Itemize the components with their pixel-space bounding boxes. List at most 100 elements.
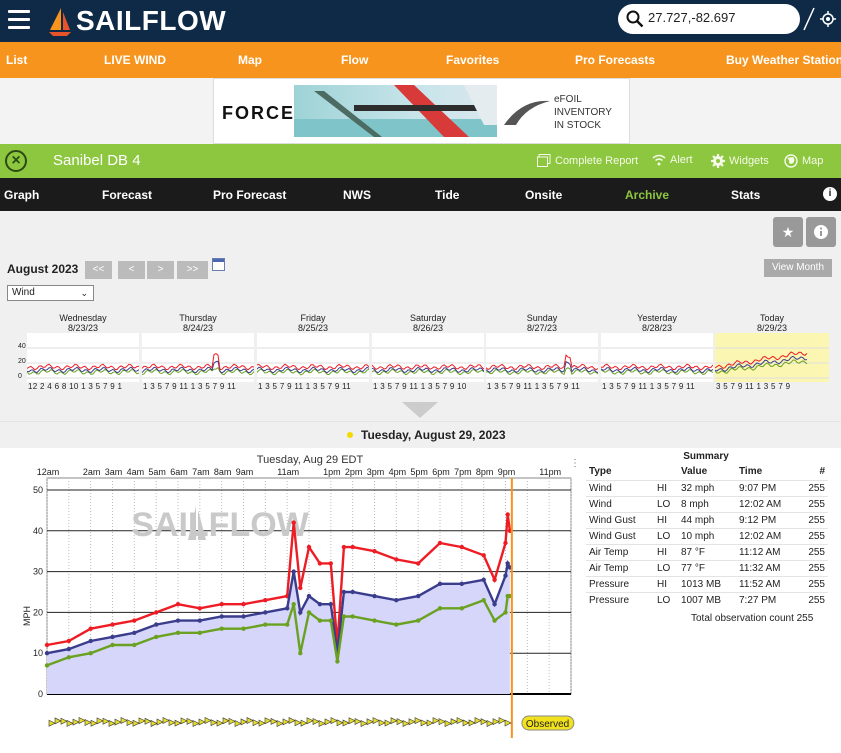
day-label[interactable]: Wednesday 8/23/23 [27, 313, 139, 333]
map-button[interactable]: Map [784, 154, 823, 168]
hamburger-menu-icon[interactable] [8, 10, 30, 30]
search-input[interactable] [648, 10, 788, 25]
wind-point [241, 614, 246, 619]
wind-direction-arrow [168, 719, 176, 727]
lift-logo-icon [504, 100, 550, 125]
wind-direction-arrow [240, 718, 248, 726]
day-axis-labels: 1 3 5 7 9 11 1 3 5 7 9 11 [258, 382, 352, 391]
view-month-button[interactable]: View Month [764, 259, 832, 277]
wind-direction-arrow [162, 717, 170, 725]
info-icon[interactable]: i [823, 187, 837, 201]
nav-prev-button[interactable]: < [118, 261, 145, 279]
alert-button[interactable]: Alert [652, 154, 693, 166]
wind-direction-arrow [330, 717, 338, 725]
day-sparkline [714, 347, 829, 379]
complete-report-button[interactable]: Complete Report [537, 154, 638, 167]
x-tick-label: 6am [170, 467, 188, 477]
thumb-series-line [26, 368, 140, 376]
nav-live-wind[interactable]: LIVE WIND [104, 53, 166, 67]
day-label[interactable]: Sunday 8/27/23 [486, 313, 598, 333]
lull-point [66, 655, 72, 660]
lull-point [132, 642, 137, 648]
day-label[interactable]: Thursday 8/24/23 [142, 313, 254, 333]
locate-icon[interactable] [820, 11, 836, 27]
day-thumbnail[interactable] [256, 333, 370, 382]
summary-cell: 255 [802, 543, 828, 560]
wind-direction-arrow [420, 719, 428, 727]
info-button[interactable] [806, 217, 836, 247]
day-label[interactable]: Friday 8/25/23 [257, 313, 369, 333]
day-thumbnail[interactable] [714, 333, 829, 382]
lull-point [503, 610, 508, 615]
calendar-icon[interactable] [212, 258, 225, 271]
day-thumbnail[interactable] [485, 333, 599, 382]
wind-direction-arrow [456, 717, 464, 725]
summary-cell: LO [654, 495, 678, 512]
logo[interactable]: SAILFLOW [48, 4, 226, 38]
day-sparkline [371, 347, 485, 379]
close-icon[interactable]: × [5, 150, 27, 172]
tab-archive[interactable]: Archive [625, 188, 669, 202]
nav-pro-forecasts[interactable]: Pro Forecasts [575, 53, 655, 67]
wind-direction-arrow [150, 719, 158, 727]
nav-next-button[interactable]: > [147, 261, 174, 279]
day-axis-labels: 1 3 5 7 9 11 1 3 5 7 9 11 [143, 382, 237, 391]
day-thumbnail[interactable] [600, 333, 714, 382]
gust-point [437, 540, 443, 546]
station-tabs: Graph Forecast Pro Forecast NWS Tide Ons… [0, 178, 841, 211]
day-label[interactable]: Saturday 8/26/23 [372, 313, 484, 333]
tab-forecast[interactable]: Forecast [102, 188, 152, 202]
nav-list[interactable]: List [6, 53, 27, 67]
summary-header [654, 464, 678, 480]
nav-buy-weather-station[interactable]: Buy Weather Station [726, 53, 841, 67]
sun-icon [347, 432, 353, 438]
nav-map[interactable]: Map [238, 53, 262, 67]
lull-point [459, 606, 464, 611]
summary-cell: 12:02 AM [736, 527, 802, 544]
param-select[interactable]: Wind ⌄ [7, 285, 94, 301]
wind-direction-arrow [444, 720, 452, 727]
gust-point [350, 544, 355, 550]
x-tick-label: 5pm [410, 467, 428, 477]
ad-banner[interactable]: FORCE eFOIL INVENTORY IN STOCK [213, 78, 630, 144]
x-tick-label: 7pm [454, 467, 472, 477]
wind-direction-arrow [396, 718, 404, 726]
wind-point [263, 610, 268, 615]
wind-chart-svg[interactable]: 0 10 20 30 40 50 Tuesday, Aug 29 EDT 12am 2am 3am… [0, 448, 580, 750]
tab-stats[interactable]: Stats [731, 188, 760, 202]
tab-nws[interactable]: NWS [343, 188, 371, 202]
wind-direction-arrow [252, 719, 260, 727]
widgets-button[interactable]: Widgets [711, 154, 769, 168]
day-thumbnail[interactable] [141, 333, 255, 382]
nav-first-button[interactable]: << [85, 261, 112, 279]
x-tick-label: 9am [236, 467, 254, 477]
wind-point [394, 598, 399, 603]
tab-pro-forecast[interactable]: Pro Forecast [213, 188, 286, 202]
nav-favorites[interactable]: Favorites [446, 53, 499, 67]
lull-point [285, 622, 290, 627]
day-thumbnail[interactable] [26, 333, 140, 382]
day-label[interactable]: Today 8/29/23 [715, 313, 829, 333]
tab-tide[interactable]: Tide [435, 188, 459, 202]
lull-point [306, 610, 312, 615]
search-box[interactable] [618, 4, 800, 34]
tab-onsite[interactable]: Onsite [525, 188, 562, 202]
wind-direction-arrow [282, 718, 290, 726]
day-name: Wednesday [59, 313, 107, 323]
gust-point [44, 642, 50, 648]
wind-direction-arrow [174, 719, 182, 727]
gust-point [175, 602, 181, 607]
wind-direction-arrow [426, 719, 434, 727]
summary-cell: 9:12 PM [736, 511, 802, 528]
nav-flow[interactable]: Flow [341, 53, 368, 67]
tab-graph[interactable]: Graph [4, 188, 39, 202]
day-thumbnail[interactable] [371, 333, 485, 382]
day-label[interactable]: Yesterday 8/28/23 [601, 313, 713, 333]
favorite-star-button[interactable]: ★ [773, 217, 803, 247]
wind-point [372, 593, 377, 599]
nav-last-button[interactable]: >> [177, 261, 208, 279]
chevron-down-icon: ⌄ [80, 288, 88, 298]
wind-chart[interactable]: 0 10 20 30 40 50 Tuesday, Aug 29 EDT 12am 2am 3am… [0, 448, 580, 750]
wind-direction-arrow [384, 719, 392, 727]
day-date: 8/28/23 [641, 323, 673, 333]
